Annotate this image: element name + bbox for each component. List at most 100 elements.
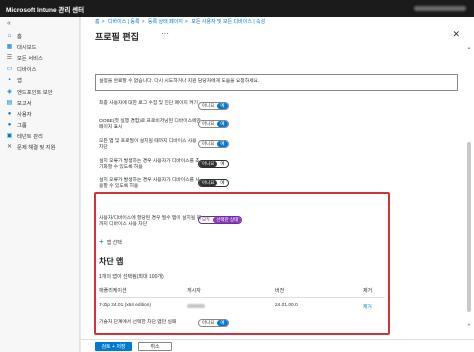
option-yes[interactable]: 예 [217,180,227,186]
block-device-use-toggle[interactable]: 모두 선택한 상태 [198,216,243,224]
dashboard-icon: ▦ [6,43,13,50]
option-yes[interactable]: 예 [217,141,228,147]
sidebar-item-label: 앱 [17,78,22,85]
setting-toggle[interactable]: 아니요 예 [198,160,229,168]
scrollbar-thumb[interactable] [467,142,471,312]
option-no[interactable]: 아니요 [199,121,217,127]
breadcrumb-devices-enrollment[interactable]: 디바이스 | 등록 [108,19,140,25]
apps-icon: ▪ [8,77,11,84]
troubleshoot-icon: ✕ [6,144,13,151]
blocking-apps-title: 차단 앱 [99,257,124,266]
breadcrumb-properties[interactable]: 모든 사용자 및 모든 디바이스 | 속성 [191,19,265,25]
version-cell: 24.01.00.0 [275,303,298,308]
sidebar-item-label: 문제 해결 및 지원 [17,145,56,152]
option-no[interactable]: 아니요 [199,320,217,326]
sidebar-item-label: 테넌트 관리 [17,134,43,141]
breadcrumb-separator: > [141,19,145,25]
block-device-use-label: 사용자/디바이스에 할당된 경우 필수 앱이 설치될 때까지 디바이스 사용 차… [99,216,202,228]
collapse-sidebar-icon[interactable]: « [0,17,79,30]
sidebar-nav: ⌂ 홈 ▦ 대시보드 ☰ 모든 서비스 ▭ 디바이스 ▪ 앱 ◈ 엔드포인트 보안 ▤ 보고서 ● 사용자 ● 그… [0,30,79,153]
technician-phase-label: 기술자 단계에서 선택한 차단 앱만 실패 [99,320,177,325]
sidebar-item[interactable]: ✕ 문제 해결 및 지원 [0,142,79,153]
setting-toggle[interactable]: 아니요 예 [198,120,229,128]
sidebar-item[interactable]: ▭ 디바이스 [0,64,79,75]
more-options-icon[interactable]: ··· [161,29,169,38]
review-save-button[interactable]: 검토 + 저장 [95,342,132,351]
sidebar-item-label: 사용자 [17,111,32,118]
scroll-up-icon[interactable]: ▲ [467,45,471,50]
option-yes[interactable]: 예 [217,161,227,167]
setting-label: 설치 오류가 발생하는 경우 사용자가 디바이스를 초기화할 수 있도록 허용 [99,159,200,171]
column-header-remove: 제거 [363,288,373,294]
close-icon[interactable]: ✕ [452,29,460,40]
account-info[interactable] [414,6,466,11]
sidebar-item-label: 모든 서비스 [17,55,43,62]
sidebar-item[interactable]: ▦ 대시보드 [0,41,79,52]
sidebar-item[interactable]: ▤ 보고서 [0,97,79,108]
setting-toggle[interactable]: 아니요 예 [198,140,229,148]
select-apps-label: 앱 선택 [106,239,122,246]
option-all[interactable]: 모두 [199,217,213,223]
sidebar-item[interactable]: ⌂ 홈 [0,30,79,41]
breadcrumb: 홈 > 디바이스 | 등록 > 등록 상태 페이지 > 모든 사용자 및 모든 디바이… [95,18,265,25]
all-services-icon: ☰ [6,54,13,61]
endpoint-security-icon: ◈ [7,88,12,95]
sidebar-item[interactable]: ◈ 엔드포인트 보안 [0,86,79,97]
option-yes[interactable]: 예 [217,121,228,127]
table-divider [99,297,385,298]
blocking-apps-count: 1개의 앱이 선택됨(최대 100개) [99,274,164,280]
app-title[interactable]: Microsoft Intune 관리 센터 [6,4,84,14]
publisher-redacted [187,304,205,308]
setting-toggle[interactable]: 아니요 예 [198,102,229,110]
highlight-box [94,192,390,335]
page-title: 프로필 편집 [95,32,139,42]
scroll-down-icon[interactable]: ▼ [467,322,471,327]
add-icon: + [99,237,104,246]
sidebar-item-label: 보고서 [17,100,32,107]
home-icon: ⌂ [7,32,12,39]
remove-link[interactable]: 제거 [363,303,372,310]
setting-label: 최종 사용자에 대한 로그 수집 및 진단 페이지 켜기 [99,101,198,106]
option-selected-status[interactable]: 선택한 상태 [213,217,242,223]
error-message-field[interactable]: 설정을 완료할 수 없습니다. 다시 시도하거나 지원 담당자에게 도움을 요청… [95,74,458,91]
sidebar: « ⌂ 홈 ▦ 대시보드 ☰ 모든 서비스 ▭ 디바이스 ▪ 앱 ◈ 엔드포인트 보안 ▤ 보고서 ● 사용자… [0,17,80,352]
setting-label: 설치 오류가 발생하는 경우 사용자가 디바이스를 사용할 수 있도록 허용 [99,178,200,190]
setting-toggle[interactable]: 아니요 예 [198,179,229,187]
sidebar-item-label: 대시보드 [17,44,37,51]
main-pane: 홈 > 디바이스 | 등록 > 등록 상태 페이지 > 모든 사용자 및 모든 디바이… [81,17,474,352]
sidebar-item-label: 디바이스 [17,67,37,74]
option-no[interactable]: 아니요 [199,141,217,147]
column-header-publisher: 게시자 [187,288,201,294]
column-header-application: 애플리케이션 [99,288,127,294]
reports-icon: ▤ [6,99,13,106]
top-bar: Microsoft Intune 관리 센터 [0,0,474,17]
footer-bar: 검토 + 저장 취소 [81,339,474,352]
option-no[interactable]: 아니요 [199,161,218,167]
sidebar-item[interactable]: ▪ 앱 [0,75,79,86]
option-yes[interactable]: 예 [217,103,228,109]
sidebar-item[interactable]: ☰ 모든 서비스 [0,52,79,63]
breadcrumb-separator: > [184,19,188,25]
select-apps-link[interactable]: + 앱 선택 [99,238,122,246]
option-no[interactable]: 아니요 [199,103,217,109]
sidebar-item[interactable]: ● 그룹 [0,120,79,131]
users-icon: ● [7,110,12,117]
sidebar-item[interactable]: ● 사용자 [0,108,79,119]
setting-label: OOBE(첫 실행 경험)로 프로비저닝된 디바이스에만 페이지 표시 [99,119,201,131]
sidebar-item[interactable]: ▣ 테넌트 관리 [0,131,79,142]
sidebar-item-label: 홈 [17,33,22,40]
setting-label: 모든 앱 및 프로필이 설치될 때까지 디바이스 사용 차단 [99,139,197,151]
groups-icon: ● [7,122,12,129]
sidebar-item-label: 엔드포인트 보안 [17,89,53,96]
column-header-version: 버전 [275,288,285,294]
devices-icon: ▭ [6,66,13,73]
breadcrumb-enrollment-status-page[interactable]: 등록 상태 페이지 [148,19,183,25]
option-yes[interactable]: 예 [217,320,228,326]
cancel-button[interactable]: 취소 [138,342,172,351]
technician-phase-toggle[interactable]: 아니요 예 [198,319,229,327]
breadcrumb-home[interactable]: 홈 [95,19,100,25]
app-name-cell: 7-Zip 24.01 (x64 edition) [99,303,151,308]
tenant-admin-icon: ▣ [6,133,13,140]
sidebar-item-label: 그룹 [17,123,27,130]
option-no[interactable]: 아니요 [199,180,218,186]
